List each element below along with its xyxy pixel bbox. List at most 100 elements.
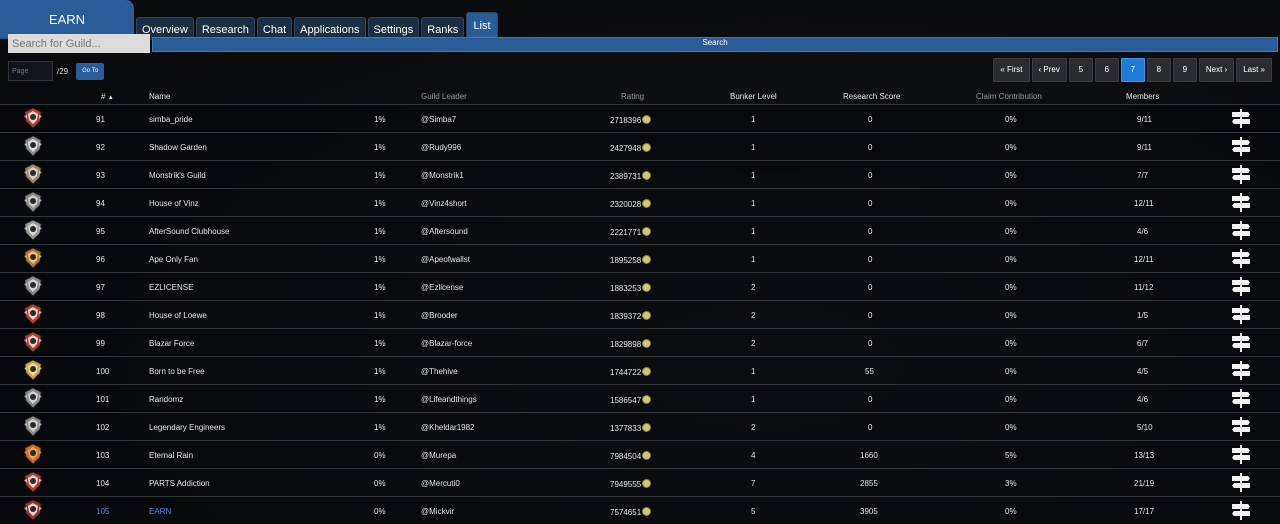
page-button-8[interactable]: 8 xyxy=(1146,58,1171,82)
guild-name[interactable]: AfterSound Clubhouse xyxy=(149,227,230,236)
col-header-rating[interactable]: Rating xyxy=(621,92,644,101)
guild-members: 12/11 xyxy=(1134,199,1154,208)
guild-search-input[interactable] xyxy=(8,34,150,53)
guild-members: 6/7 xyxy=(1137,339,1149,348)
tab-list[interactable]: List xyxy=(466,12,498,40)
guild-leader[interactable]: @Brooder xyxy=(421,311,458,320)
apply-signpost-icon[interactable] xyxy=(1231,221,1251,240)
guild-leader[interactable]: @Vinz4short xyxy=(421,199,467,208)
guild-rank: 104 xyxy=(96,479,110,488)
guild-percent: 0% xyxy=(374,507,386,516)
guild-name[interactable]: Eternal Rain xyxy=(149,451,193,460)
table-row[interactable]: 96 Ape Only Fan 1% @Apeofwallst 1895258 1 0 0% 1… xyxy=(0,244,1280,272)
page-button-next[interactable]: Next › xyxy=(1198,58,1235,82)
apply-signpost-icon[interactable] xyxy=(1231,445,1251,464)
guild-leader[interactable]: @Ezlicense xyxy=(421,283,463,292)
table-row[interactable]: 105 EARN 0% @Mickvir 7574651 5 3905 0% 17/17 xyxy=(0,496,1280,524)
apply-signpost-icon[interactable] xyxy=(1231,249,1251,268)
page-number-input[interactable] xyxy=(8,61,53,81)
claim-contribution: 0% xyxy=(1005,395,1017,404)
guild-leader[interactable]: @Monstrik1 xyxy=(421,171,464,180)
guild-rating: 7949555 xyxy=(610,479,652,489)
guild-name[interactable]: Ape Only Fan xyxy=(149,255,198,264)
apply-signpost-icon[interactable] xyxy=(1231,305,1251,324)
table-row[interactable]: 92 Shadow Garden 1% @Rudy996 2427948 1 0 0% 9/11 xyxy=(0,132,1280,160)
research-score: 0 xyxy=(868,283,873,292)
guild-leader[interactable]: @Apeofwallst xyxy=(421,255,470,264)
guild-leader[interactable]: @Mickvir xyxy=(421,507,454,516)
guild-leader[interactable]: @Thehive xyxy=(421,367,458,376)
research-score: 2855 xyxy=(860,479,878,488)
guild-percent: 1% xyxy=(374,171,386,180)
search-button[interactable]: Search xyxy=(152,37,1278,52)
col-header-rank[interactable]: # ▲ xyxy=(101,92,114,101)
table-row[interactable]: 103 Eternal Rain 0% @Murepa 7984504 4 1660 5% 13… xyxy=(0,440,1280,468)
claim-contribution: 5% xyxy=(1005,451,1017,460)
apply-signpost-icon[interactable] xyxy=(1231,389,1251,408)
table-row[interactable]: 98 House of Loewe 1% @Brooder 1839372 2 0 0% 1/5 xyxy=(0,300,1280,328)
apply-signpost-icon[interactable] xyxy=(1231,193,1251,212)
col-header-members[interactable]: Members xyxy=(1126,92,1159,101)
table-row[interactable]: 102 Legendary Engineers 1% @Kheldar1982 1377… xyxy=(0,412,1280,440)
guild-leader[interactable]: @Kheldar1982 xyxy=(421,423,475,432)
apply-signpost-icon[interactable] xyxy=(1231,333,1251,352)
bunker-level: 1 xyxy=(751,367,756,376)
apply-signpost-icon[interactable] xyxy=(1231,501,1251,520)
table-row[interactable]: 91 simba_pride 1% @Simba7 2718396 1 0 0% 9/11 xyxy=(0,104,1280,132)
apply-signpost-icon[interactable] xyxy=(1231,417,1251,436)
apply-signpost-icon[interactable] xyxy=(1231,473,1251,492)
guild-name[interactable]: Blazar Force xyxy=(149,339,194,348)
col-header-name[interactable]: Name xyxy=(149,92,170,101)
guild-name[interactable]: House of Loewe xyxy=(149,311,207,320)
table-row[interactable]: 100 Born to be Free 1% @Thehive 1744722 1 55 0%… xyxy=(0,356,1280,384)
guild-name[interactable]: simba_pride xyxy=(149,115,193,124)
guild-leader[interactable]: @Simba7 xyxy=(421,115,456,124)
page-button-last[interactable]: Last » xyxy=(1236,58,1272,82)
guild-rank: 96 xyxy=(96,255,105,264)
table-row[interactable]: 95 AfterSound Clubhouse 1% @Aftersound 22217… xyxy=(0,216,1280,244)
col-header-leader[interactable]: Guild Leader xyxy=(421,92,467,101)
guild-rating: 2427948 xyxy=(610,143,652,153)
apply-signpost-icon[interactable] xyxy=(1231,277,1251,296)
goto-button[interactable]: Go To xyxy=(76,62,105,80)
col-header-claim[interactable]: Claim Contribution xyxy=(976,92,1042,101)
guild-name[interactable]: Monstrik's Guild xyxy=(149,171,206,180)
apply-signpost-icon[interactable] xyxy=(1231,165,1251,184)
bunker-level: 1 xyxy=(751,143,756,152)
guild-emblem-icon xyxy=(22,107,44,129)
apply-signpost-icon[interactable] xyxy=(1231,109,1251,128)
table-row[interactable]: 99 Blazar Force 1% @Blazar-force 1829898 2 0 0%… xyxy=(0,328,1280,356)
guild-name[interactable]: EZLICENSE xyxy=(149,283,193,292)
guild-name[interactable]: House of Vinz xyxy=(149,199,199,208)
apply-signpost-icon[interactable] xyxy=(1231,137,1251,156)
page-button-prev[interactable]: ‹ Prev xyxy=(1031,58,1067,82)
table-row[interactable]: 104 PARTS Addiction 0% @Mercuti0 7949555 7 285… xyxy=(0,468,1280,496)
guild-name[interactable]: Legendary Engineers xyxy=(149,423,225,432)
guild-leader[interactable]: @Blazar-force xyxy=(421,339,472,348)
apply-signpost-icon[interactable] xyxy=(1231,361,1251,380)
guild-name[interactable]: Shadow Garden xyxy=(149,143,207,152)
guild-name[interactable]: Born to be Free xyxy=(149,367,205,376)
page-button-7[interactable]: 7 xyxy=(1120,58,1145,82)
table-row[interactable]: 93 Monstrik's Guild 1% @Monstrik1 2389731 1 0 0… xyxy=(0,160,1280,188)
table-row[interactable]: 97 EZLICENSE 1% @Ezlicense 1883253 2 0 0% 11/12 xyxy=(0,272,1280,300)
guild-leader[interactable]: @Aftersound xyxy=(421,227,468,236)
guild-leader[interactable]: @Mercuti0 xyxy=(421,479,460,488)
table-row[interactable]: 94 House of Vinz 1% @Vinz4short 2320028 1 0 0% 1… xyxy=(0,188,1280,216)
page-button-first[interactable]: « First xyxy=(993,58,1030,82)
page-button-9[interactable]: 9 xyxy=(1172,58,1197,82)
guild-leader[interactable]: @Rudy996 xyxy=(421,143,461,152)
guild-leader[interactable]: @Murepa xyxy=(421,451,456,460)
col-header-research[interactable]: Research Score xyxy=(843,92,900,101)
pagination: « First ‹ Prev 5 6 7 8 9 Next › Last » xyxy=(993,58,1272,82)
page-button-6[interactable]: 6 xyxy=(1094,58,1119,82)
guild-name[interactable]: Randomz xyxy=(149,395,183,404)
guild-name[interactable]: PARTS Addiction xyxy=(149,479,210,488)
guild-name[interactable]: EARN xyxy=(149,507,171,516)
page-button-5[interactable]: 5 xyxy=(1068,58,1093,82)
col-header-bunker[interactable]: Bunker Level xyxy=(730,92,777,101)
claim-contribution: 0% xyxy=(1005,115,1017,124)
table-row[interactable]: 101 Randomz 1% @Lifeandthings 1586547 1 0 0% 4/6 xyxy=(0,384,1280,412)
guild-leader[interactable]: @Lifeandthings xyxy=(421,395,477,404)
guild-rank: 99 xyxy=(96,339,105,348)
